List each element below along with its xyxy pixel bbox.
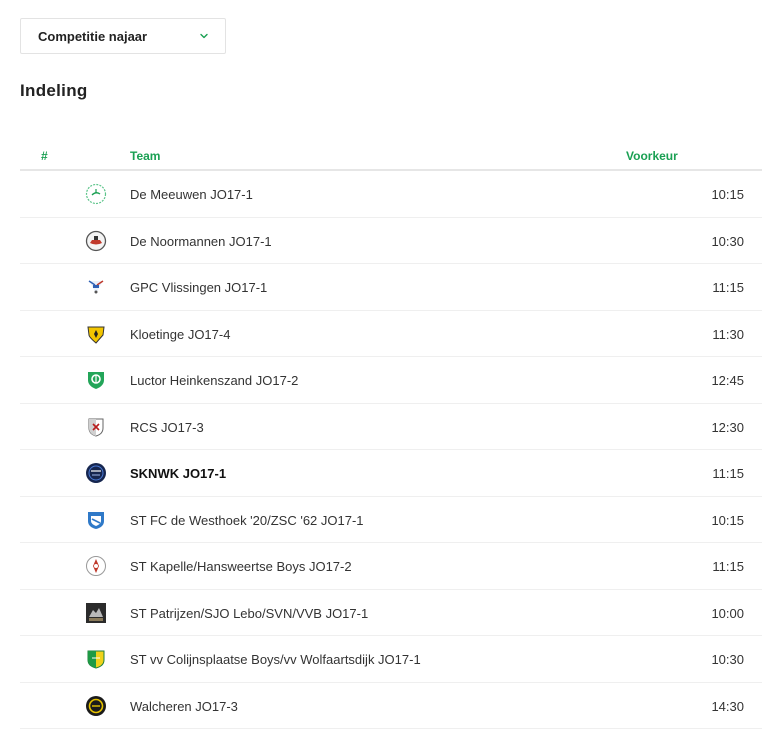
team-name: SKNWK JO17-1: [130, 466, 227, 481]
preference-time: 10:15: [711, 512, 744, 528]
team-name: De Meeuwen JO17-1: [130, 187, 253, 202]
preference-time: 11:15: [712, 280, 744, 295]
table-row[interactable]: ST FC de Westhoek '20/ZSC '62 JO17-1 10:…: [20, 497, 762, 543]
table-row[interactable]: Luctor Heinkenszand JO17-2 12:45: [20, 357, 762, 404]
team-name: Luctor Heinkenszand JO17-2: [130, 373, 299, 388]
competition-dropdown[interactable]: Competitie najaar: [20, 18, 226, 54]
preference-time: 10:15: [711, 187, 744, 202]
preference-time: 11:15: [712, 466, 744, 481]
preference-time: 10:30: [711, 652, 744, 667]
preference-time: 11:30: [712, 326, 744, 342]
competition-dropdown-label: Competitie najaar: [38, 28, 148, 44]
chevron-down-icon: [200, 33, 208, 39]
team-name: Kloetinge JO17-4: [130, 326, 231, 342]
table-row[interactable]: Walcheren JO17-3 14:30: [20, 683, 762, 729]
westhoek-logo-icon: [88, 511, 104, 529]
team-name: RCS JO17-3: [130, 419, 204, 435]
table-row[interactable]: De Meeuwen JO17-1 10:15: [20, 171, 762, 218]
header-team: Team: [130, 149, 161, 163]
table-row[interactable]: RCS JO17-3 12:30: [20, 404, 762, 450]
preference-time: 14:30: [711, 698, 744, 714]
gpc-vlissingen-logo-icon: [88, 280, 104, 294]
walcheren-logo-icon: [86, 695, 106, 716]
colijnsplaatse-logo-icon: [87, 650, 105, 669]
table-row[interactable]: ST vv Colijnsplaatse Boys/vv Wolfaartsdi…: [20, 636, 762, 683]
preference-time: 12:45: [711, 373, 744, 388]
header-preference: Voorkeur: [626, 149, 678, 163]
sknwk-logo-icon: [86, 463, 106, 483]
rcs-logo-icon: [88, 418, 104, 437]
preference-time: 10:00: [711, 605, 744, 621]
team-name: De Noormannen JO17-1: [130, 233, 272, 249]
team-name: ST Kapelle/Hansweertse Boys JO17-2: [130, 559, 352, 574]
standings-table: # Team Voorkeur De Meeuwen JO17-1 10:15 …: [20, 140, 762, 729]
table-row[interactable]: De Noormannen JO17-1 10:30: [20, 218, 762, 264]
section-title: Indeling: [20, 81, 88, 100]
table-row[interactable]: Kloetinge JO17-4 11:30: [20, 311, 762, 357]
kloetinge-logo-icon: [87, 326, 105, 344]
de-meeuwen-logo-icon: [85, 183, 107, 205]
team-name: ST Patrijzen/SJO Lebo/SVN/VVB JO17-1: [130, 605, 369, 621]
table-row[interactable]: GPC Vlissingen JO17-1 11:15: [20, 264, 762, 311]
table-row[interactable]: SKNWK JO17-1 11:15: [20, 450, 762, 497]
patrijzen-logo-icon: [86, 602, 106, 623]
table-header: # Team Voorkeur: [20, 140, 762, 171]
preference-time: 12:30: [711, 419, 744, 435]
team-name: ST FC de Westhoek '20/ZSC '62 JO17-1: [130, 512, 364, 528]
team-name: GPC Vlissingen JO17-1: [130, 280, 268, 295]
table-row[interactable]: ST Patrijzen/SJO Lebo/SVN/VVB JO17-1 10:…: [20, 590, 762, 636]
luctor-heinkenszand-logo-icon: [88, 372, 104, 389]
team-name: ST vv Colijnsplaatse Boys/vv Wolfaartsdi…: [130, 652, 421, 667]
preference-time: 10:30: [711, 233, 744, 249]
table-row[interactable]: ST Kapelle/Hansweertse Boys JO17-2 11:15: [20, 543, 762, 590]
de-noormannen-logo-icon: [85, 230, 107, 251]
kapelle-logo-icon: [86, 556, 106, 576]
preference-time: 11:15: [712, 559, 744, 574]
team-name: Walcheren JO17-3: [130, 698, 238, 714]
header-number: #: [41, 149, 48, 163]
